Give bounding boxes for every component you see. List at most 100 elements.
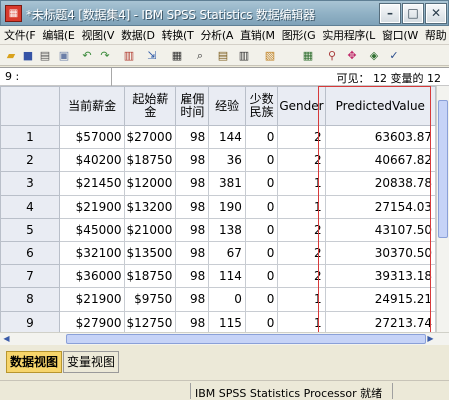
menu-view[interactable]: 视图(V	[77, 27, 117, 43]
table-cell[interactable]: 27213.74	[324, 310, 436, 332]
table-cell[interactable]: 0	[244, 310, 279, 332]
menu-data[interactable]: 数据(D	[117, 27, 158, 43]
vertical-scroll-thumb[interactable]	[438, 100, 448, 238]
table-cell[interactable]: $21900	[58, 287, 126, 312]
select-cases-icon[interactable]: ⚲	[324, 48, 340, 63]
spss-icon[interactable]: ▦	[5, 5, 22, 22]
find-icon[interactable]: ⌕	[192, 48, 208, 63]
table-cell[interactable]: 114	[208, 264, 246, 289]
table-cell[interactable]: 98	[175, 148, 210, 173]
data-grid[interactable]: 当前薪金 起始薪金 雇佣时间 经验 少数民族 Gender PredictedV…	[0, 86, 436, 332]
table-cell[interactable]: 0	[244, 194, 279, 219]
table-cell[interactable]: $45000	[58, 217, 126, 242]
weight-cases-icon[interactable]: ▦	[300, 48, 316, 63]
horizontal-scroll-thumb[interactable]	[66, 334, 426, 344]
menu-edit[interactable]: 编辑(E	[38, 27, 77, 43]
table-cell[interactable]: 190	[208, 194, 246, 219]
menu-direct-marketing[interactable]: 直销(M	[236, 27, 278, 43]
table-cell[interactable]: 2	[277, 217, 326, 242]
table-cell[interactable]: 1	[277, 171, 326, 196]
row-number[interactable]: 7	[0, 264, 60, 289]
vertical-scrollbar[interactable]	[436, 86, 449, 332]
print-icon[interactable]: ▤	[37, 48, 53, 63]
scroll-right-icon[interactable]: ▶	[424, 333, 437, 345]
table-cell[interactable]: $12750	[124, 310, 177, 332]
table-cell[interactable]: $36000	[58, 264, 126, 289]
grid-corner[interactable]	[0, 86, 60, 126]
column-header[interactable]: Gender	[277, 86, 326, 126]
table-cell[interactable]: 2	[277, 148, 326, 173]
table-cell[interactable]: 2	[277, 240, 326, 266]
menu-transform[interactable]: 转换(T	[158, 27, 197, 43]
menu-analyze[interactable]: 分析(A	[196, 27, 236, 43]
table-cell[interactable]: 63603.87	[324, 124, 436, 150]
table-cell[interactable]: 0	[244, 171, 279, 196]
menu-file[interactable]: 文件(F	[0, 27, 38, 43]
table-cell[interactable]: 381	[208, 171, 246, 196]
row-number[interactable]: 1	[0, 124, 60, 150]
table-cell[interactable]: 0	[244, 240, 279, 266]
maximize-button[interactable]: □	[402, 3, 424, 24]
table-cell[interactable]: 98	[175, 310, 210, 332]
column-header[interactable]: PredictedValue	[324, 86, 436, 126]
horizontal-scrollbar[interactable]: ◀ ▶	[0, 332, 449, 345]
column-header[interactable]: 经验	[208, 86, 246, 126]
row-number[interactable]: 4	[0, 194, 60, 219]
table-cell[interactable]: $40200	[58, 148, 126, 173]
table-cell[interactable]: $32100	[58, 240, 126, 266]
table-cell[interactable]: 0	[244, 264, 279, 289]
open-folder-icon[interactable]: ▰	[3, 48, 19, 63]
undo-icon[interactable]: ↶	[79, 48, 95, 63]
table-cell[interactable]: $12000	[124, 171, 177, 196]
table-cell[interactable]: $27000	[124, 124, 177, 150]
table-cell[interactable]: 0	[244, 287, 279, 312]
table-cell[interactable]: 98	[175, 240, 210, 266]
table-cell[interactable]: 20838.78	[324, 171, 436, 196]
insert-cases-icon[interactable]: ▤	[215, 48, 231, 63]
menu-help[interactable]: 帮助	[421, 27, 449, 43]
table-cell[interactable]: 36	[208, 148, 246, 173]
table-cell[interactable]: 0	[208, 287, 246, 312]
goto-case-icon[interactable]: ▥	[121, 48, 137, 63]
table-cell[interactable]: $13200	[124, 194, 177, 219]
table-cell[interactable]: $21900	[58, 194, 126, 219]
table-cell[interactable]: $18750	[124, 264, 177, 289]
table-cell[interactable]: $18750	[124, 148, 177, 173]
table-cell[interactable]: $13500	[124, 240, 177, 266]
column-header[interactable]: 少数民族	[244, 86, 279, 126]
cell-ref-box[interactable]: 9 :	[0, 68, 112, 86]
column-header[interactable]: 当前薪金	[58, 86, 126, 126]
variables-icon[interactable]: ▦	[169, 48, 185, 63]
goto-variable-icon[interactable]: ⇲	[144, 48, 160, 63]
table-cell[interactable]: $27900	[58, 310, 126, 332]
redo-icon[interactable]: ↷	[97, 48, 113, 63]
column-header[interactable]: 起始薪金	[124, 86, 177, 126]
row-number[interactable]: 6	[0, 240, 60, 266]
table-cell[interactable]: 98	[175, 264, 210, 289]
table-cell[interactable]: 98	[175, 287, 210, 312]
table-cell[interactable]: 138	[208, 217, 246, 242]
insert-variable-icon[interactable]: ▥	[236, 48, 252, 63]
table-cell[interactable]: 67	[208, 240, 246, 266]
table-cell[interactable]: 30370.50	[324, 240, 436, 266]
table-cell[interactable]: 43107.50	[324, 217, 436, 242]
table-cell[interactable]: 144	[208, 124, 246, 150]
row-number[interactable]: 5	[0, 217, 60, 242]
table-cell[interactable]: 2	[277, 124, 326, 150]
row-number[interactable]: 2	[0, 148, 60, 173]
table-cell[interactable]: 0	[244, 124, 279, 150]
column-header[interactable]: 雇佣时间	[175, 86, 210, 126]
table-cell[interactable]: $21000	[124, 217, 177, 242]
table-cell[interactable]: $21450	[58, 171, 126, 196]
table-cell[interactable]: 98	[175, 171, 210, 196]
table-cell[interactable]: 1	[277, 310, 326, 332]
table-cell[interactable]: 39313.18	[324, 264, 436, 289]
table-cell[interactable]: 0	[244, 217, 279, 242]
close-button[interactable]: ✕	[425, 3, 447, 24]
table-cell[interactable]: 1	[277, 194, 326, 219]
tab-variable-view[interactable]: 变量视图	[63, 351, 120, 373]
save-icon[interactable]: ■	[20, 48, 36, 63]
row-number[interactable]: 8	[0, 287, 60, 312]
split-file-icon[interactable]: ▧	[262, 48, 278, 63]
use-sets-icon[interactable]: ◈	[366, 48, 382, 63]
